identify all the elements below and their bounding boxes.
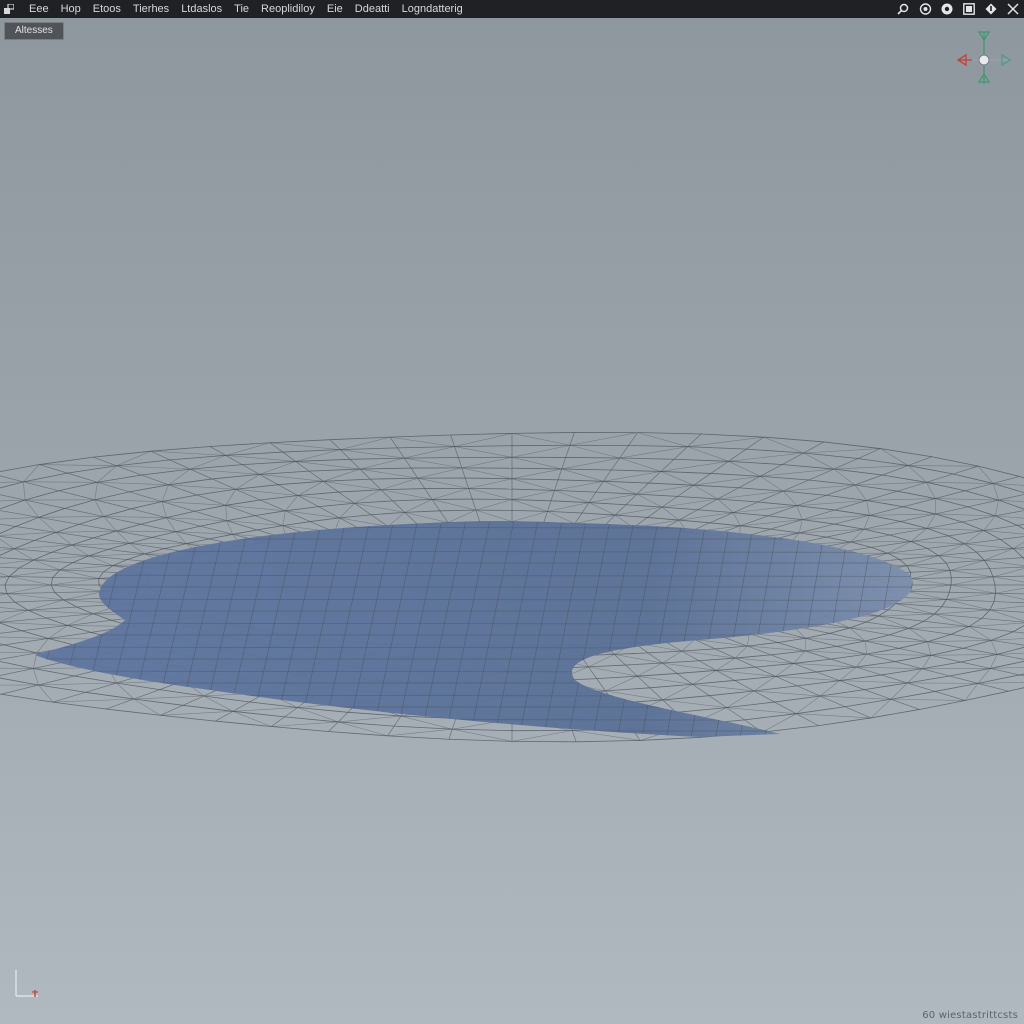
navigation-gizmo-icon[interactable]: [954, 28, 1014, 88]
info-icon[interactable]: [980, 0, 1002, 18]
search-icon[interactable]: [892, 0, 914, 18]
menu-item-7[interactable]: Reoplidiloy: [255, 0, 321, 18]
menu-item-5[interactable]: Ltdaslos: [175, 0, 228, 18]
viewport-canvas[interactable]: [0, 0, 1024, 1024]
menu-item-8[interactable]: Eie: [321, 0, 349, 18]
menu-item-9[interactable]: Ddeatti: [349, 0, 396, 18]
status-text: 60 wiestastrittcsts: [922, 1010, 1018, 1021]
axis-indicator-icon: [15, 970, 38, 997]
close-icon[interactable]: [1002, 0, 1024, 18]
menu-item-4[interactable]: Tierhes: [127, 0, 175, 18]
menu-item-3[interactable]: Etoos: [87, 0, 127, 18]
menu-item-6[interactable]: Tie: [228, 0, 255, 18]
view-toggle-icon[interactable]: [914, 0, 936, 18]
viewport-label[interactable]: Altesses: [4, 22, 64, 40]
menu-item-10[interactable]: Logndatterig: [396, 0, 469, 18]
layout-icon[interactable]: [958, 0, 980, 18]
menubar: Eee Hop Etoos Tierhes Ltdaslos Tie Reopl…: [0, 0, 1024, 18]
toolbar-icons: [892, 0, 1024, 18]
mesh-filled-region: [35, 521, 913, 737]
menu-item-2[interactable]: Hop: [55, 0, 87, 18]
app-logo-icon[interactable]: [3, 3, 15, 15]
record-icon[interactable]: [936, 0, 958, 18]
menu-item-1[interactable]: Eee: [23, 0, 55, 18]
